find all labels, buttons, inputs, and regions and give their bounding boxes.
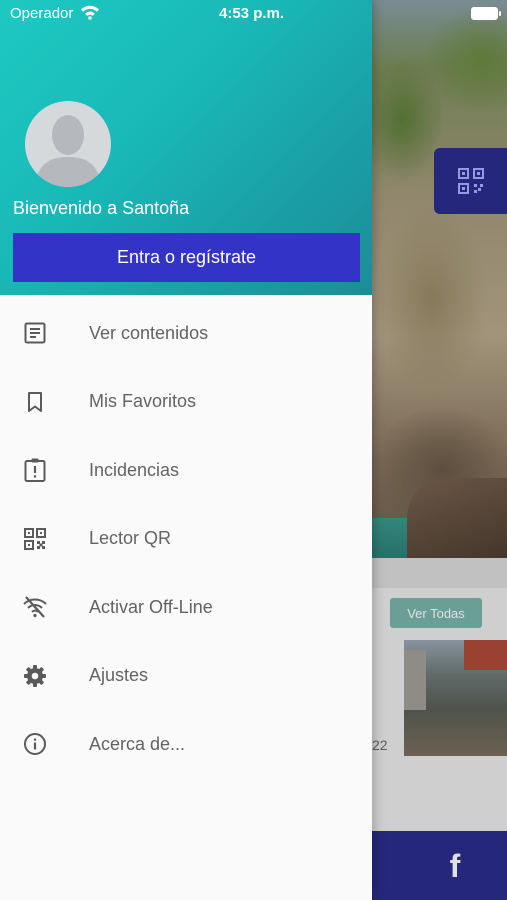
clock: 4:53 p.m.: [219, 5, 285, 22]
menu-item-mis-favoritos[interactable]: Mis Favoritos: [0, 368, 372, 437]
bookmark-icon: [22, 389, 48, 415]
gear-icon: [22, 663, 48, 689]
battery-icon: [471, 7, 501, 20]
qr-code-icon: [22, 526, 48, 552]
menu-item-activar-offline[interactable]: Activar Off-Line: [0, 573, 372, 642]
menu-item-lector-qr[interactable]: Lector QR: [0, 505, 372, 574]
status-bar: Operador 4:53 p.m.: [0, 0, 507, 28]
welcome-text: Bienvenido a Santoña: [13, 198, 190, 218]
list-document-icon: [22, 320, 48, 346]
info-icon: [22, 731, 48, 757]
avatar[interactable]: [25, 101, 111, 187]
drawer-header: Bienvenido a Santoña Entra o regístrate: [0, 0, 372, 295]
menu-item-label: Lector QR: [89, 528, 172, 549]
drawer-menu: Ver contenidos Mis Favoritos Incidencias: [0, 299, 372, 779]
menu-item-ajustes[interactable]: Ajustes: [0, 642, 372, 711]
menu-item-label: Activar Off-Line: [89, 596, 213, 617]
wifi-icon: [80, 4, 100, 24]
menu-item-label: Acerca de...: [89, 733, 186, 754]
menu-item-label: Incidencias: [89, 459, 180, 480]
drawer-scrim[interactable]: [372, 0, 507, 900]
menu-item-acerca-de[interactable]: Acerca de...: [0, 710, 372, 779]
menu-item-ver-contenidos[interactable]: Ver contenidos: [0, 299, 372, 368]
alert-clipboard-icon: [22, 457, 48, 483]
carrier-name: Operador: [10, 5, 74, 22]
navigation-drawer: Bienvenido a Santoña Entra o regístrate …: [0, 0, 372, 900]
menu-item-label: Mis Favoritos: [89, 391, 197, 412]
menu-item-label: Ajustes: [89, 665, 149, 686]
menu-item-incidencias[interactable]: Incidencias: [0, 436, 372, 505]
menu-item-label: Ver contenidos: [89, 322, 209, 343]
login-register-button[interactable]: Entra o regístrate: [13, 233, 360, 282]
user-placeholder-icon: [35, 115, 101, 187]
wifi-off-icon: [22, 594, 48, 620]
